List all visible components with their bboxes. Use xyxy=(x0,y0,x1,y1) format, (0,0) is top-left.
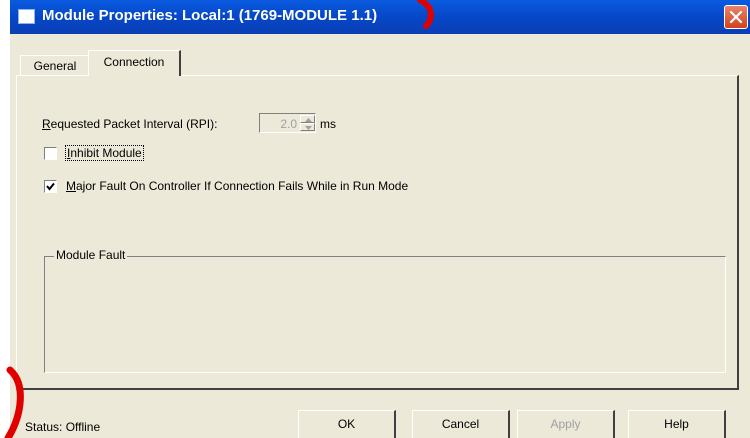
ok-button[interactable]: OK xyxy=(298,410,396,438)
rpi-spin-field[interactable]: 2.0 xyxy=(259,113,316,133)
window-icon xyxy=(18,9,35,24)
inhibit-module-label[interactable]: Inhibit Module xyxy=(65,145,144,161)
rpi-value[interactable]: 2.0 xyxy=(280,117,297,131)
cancel-button[interactable]: Cancel xyxy=(412,410,510,438)
rpi-spin-down-button[interactable] xyxy=(300,123,315,131)
rpi-spin-up-button[interactable] xyxy=(300,115,315,123)
major-fault-label[interactable]: Major Fault On Controller If Connection … xyxy=(66,179,408,193)
title-bar[interactable]: Module Properties: Local:1 (1769-MODULE … xyxy=(10,0,750,34)
apply-button[interactable]: Apply xyxy=(517,410,615,438)
checkmark-icon xyxy=(46,182,55,191)
rpi-label-mnemonic: R xyxy=(42,117,51,131)
rpi-label-text: equested Packet Interval (RPI): xyxy=(50,117,218,131)
status-text: Status: Offline xyxy=(25,420,101,434)
tab-connection[interactable]: Connection xyxy=(88,50,181,76)
major-fault-checkbox[interactable] xyxy=(44,180,57,193)
window-title: Module Properties: Local:1 (1769-MODULE … xyxy=(42,7,378,24)
rpi-unit-label: ms xyxy=(320,117,336,131)
spin-down-arrow-icon xyxy=(305,126,312,130)
spin-up-arrow-icon xyxy=(305,118,312,122)
major-fault-label-text: ajor Fault On Controller If Connection F… xyxy=(76,179,409,193)
help-button[interactable]: Help xyxy=(628,410,726,438)
tab-general[interactable]: General xyxy=(20,55,90,76)
major-fault-label-mnemonic: M xyxy=(66,179,76,193)
module-fault-group xyxy=(44,256,726,373)
inhibit-label-text: nhibit Module xyxy=(70,146,142,160)
rpi-label: Requested Packet Interval (RPI): xyxy=(42,117,217,131)
inhibit-module-checkbox[interactable] xyxy=(44,147,57,160)
close-button[interactable] xyxy=(724,5,748,29)
module-fault-group-title: Module Fault xyxy=(54,248,128,262)
rpi-spinner[interactable] xyxy=(300,115,315,131)
close-icon xyxy=(729,10,743,24)
